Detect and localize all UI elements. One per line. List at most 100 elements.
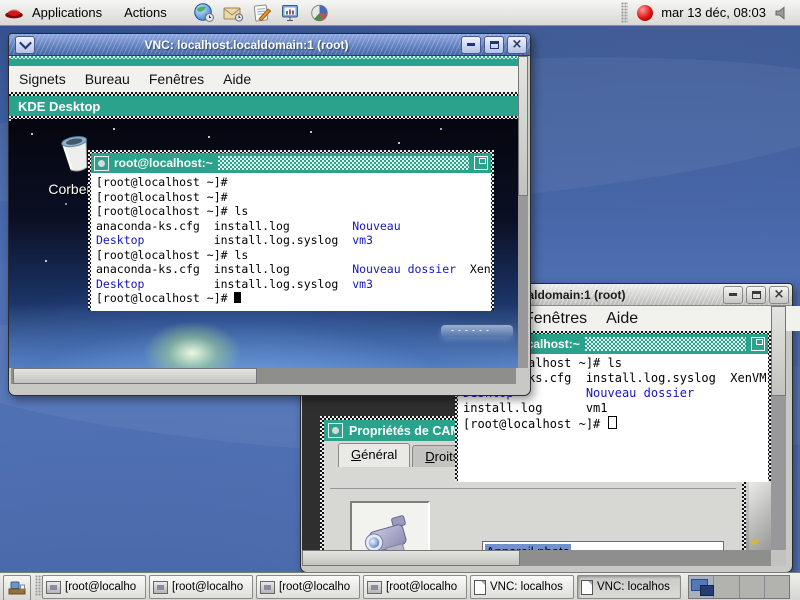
remote-strip (9, 56, 518, 66)
titlebar[interactable]: VNC: localhost.localdomain:1 (root) × (9, 34, 530, 56)
calc-icon[interactable] (309, 3, 331, 23)
workspace-3[interactable] (740, 576, 765, 598)
horizontal-scrollbar[interactable] (302, 550, 771, 566)
speaker-icon[interactable] (774, 5, 790, 21)
workspace-switcher (688, 575, 790, 599)
dialog-tab-panel: Appareil photo (330, 488, 736, 550)
terminal-icon (260, 581, 275, 594)
workspace-4[interactable] (765, 576, 789, 598)
terminal-menu-icon[interactable] (94, 156, 109, 171)
horizontal-scrollbar[interactable] (11, 368, 516, 384)
applications-menu[interactable]: Applications (32, 5, 102, 20)
close-button[interactable]: × (507, 36, 527, 54)
device-name-input[interactable]: Appareil photo (482, 541, 724, 550)
menu-fenetres[interactable]: Fenêtres (524, 310, 587, 328)
strip-texture (9, 56, 518, 59)
terminal-line: install.log vm1 (463, 401, 763, 416)
task-label: [root@localho (279, 581, 350, 593)
close-icon: × (774, 288, 785, 301)
terminal-line: [root@localhost ~]# (96, 291, 486, 306)
terminal-titlebar[interactable]: root@localhost:~ (91, 153, 491, 173)
task-button[interactable]: VNC: localhos (470, 575, 574, 599)
minimize-button[interactable] (723, 286, 743, 304)
minimize-icon (467, 43, 475, 46)
task-button[interactable]: [root@localho (256, 575, 360, 599)
close-button[interactable]: × (769, 286, 789, 304)
titlebar-texture (585, 337, 746, 351)
email-icon[interactable] (222, 3, 244, 23)
task-button[interactable]: [root@localho (149, 575, 253, 599)
remote-terminal-window-left: root@localhost:~ [root@localhost ~]#[roo… (88, 150, 494, 310)
document-icon (474, 580, 486, 595)
vertical-scrollbar[interactable] (771, 306, 786, 550)
taskbar-drag-handle[interactable] (35, 575, 42, 596)
show-desktop-icon (8, 580, 26, 596)
tab-general[interactable]: Général (338, 443, 410, 467)
terminal-line: [root@localhost ~]# (463, 416, 763, 432)
task-label: VNC: localhos (490, 581, 563, 593)
terminal-maximize-icon[interactable] (751, 337, 765, 351)
selected-text: Appareil photo (485, 544, 571, 550)
terminal-line: [root@localhost ~]# (96, 175, 486, 190)
menubar: Signets Bureau Fenêtres Aide (9, 66, 528, 92)
menu-aide[interactable]: Aide (223, 71, 251, 87)
maximize-button[interactable] (484, 36, 504, 54)
terminal-icon (46, 581, 61, 594)
show-desktop-button[interactable] (3, 575, 31, 600)
dialog-menu-icon[interactable] (328, 423, 343, 438)
device-icon-box[interactable] (350, 501, 430, 550)
terminal-title: root@localhost:~ (114, 156, 213, 170)
workspace-2[interactable] (714, 576, 739, 598)
vnc-window-left: VNC: localhost.localdomain:1 (root) × Si… (8, 33, 531, 396)
document-icon (581, 580, 593, 595)
space-station-decoration (441, 325, 513, 337)
redhat-logo-icon[interactable] (4, 4, 24, 22)
window-fragment (745, 481, 771, 550)
scrollbar-thumb[interactable] (771, 306, 786, 396)
writer-icon[interactable] (251, 3, 273, 23)
actions-menu[interactable]: Actions (124, 5, 167, 20)
panel-drag-handle[interactable] (621, 2, 628, 23)
alert-red-sphere-icon[interactable] (637, 5, 653, 21)
terminal-line: anaconda-ks.cfg install.log Nouveau doss… (96, 262, 486, 277)
task-button[interactable]: [root@localho (363, 575, 467, 599)
menu-fenetres[interactable]: Fenêtres (149, 71, 204, 87)
task-label: [root@localho (172, 581, 243, 593)
window-menu-button[interactable] (15, 36, 35, 54)
menu-aide[interactable]: Aide (606, 310, 638, 328)
scrollbar-corner (771, 550, 786, 566)
impress-icon[interactable] (280, 3, 302, 23)
camera-icon (362, 515, 418, 551)
task-label: VNC: localhos (597, 581, 670, 593)
web-browser-icon[interactable] (193, 3, 215, 23)
vertical-scrollbar[interactable] (518, 56, 528, 368)
maximize-button[interactable] (746, 286, 766, 304)
clock[interactable]: mar 13 déc, 08:03 (661, 5, 766, 20)
workspace-window-thumb (700, 585, 714, 596)
panel-launchers (193, 3, 331, 23)
terminal-line: anaconda-ks.cfg install.log Nouveau (96, 219, 486, 234)
terminal-line: [root@localhost ~]# ls (96, 248, 486, 263)
task-button-active[interactable]: VNC: localhos (577, 575, 681, 599)
vnc-viewport: Corbeille root@localhost:~ [root@localho… (9, 119, 518, 368)
scrollbar-thumb[interactable] (13, 368, 257, 384)
menu-signets[interactable]: Signets (19, 71, 66, 87)
terminal-maximize-icon[interactable] (474, 156, 488, 170)
terminal-line: [root@localhost ~]# ls (96, 204, 486, 219)
minimize-icon (729, 293, 737, 296)
remote-desktop-titlebar[interactable]: KDE Desktop (9, 96, 518, 116)
scrollbar-thumb[interactable] (518, 56, 528, 196)
workspace-1[interactable] (689, 576, 714, 598)
task-button[interactable]: [root@localho (42, 575, 146, 599)
window-title: VNC: localhost.localdomain:1 (root) (35, 38, 458, 52)
top-panel: Applications Actions (0, 0, 800, 26)
terminal-output[interactable]: [root@localhost ~]#[root@localhost ~]#[r… (91, 173, 491, 311)
terminal-line: [root@localhost ~]# (96, 190, 486, 205)
stars-decoration (9, 119, 11, 121)
task-label: [root@localho (386, 581, 457, 593)
minimize-button[interactable] (461, 36, 481, 54)
scrollbar-thumb[interactable] (302, 550, 520, 566)
chevron-down-icon (19, 37, 32, 50)
menu-bureau[interactable]: Bureau (85, 71, 130, 87)
terminal-icon (153, 581, 168, 594)
